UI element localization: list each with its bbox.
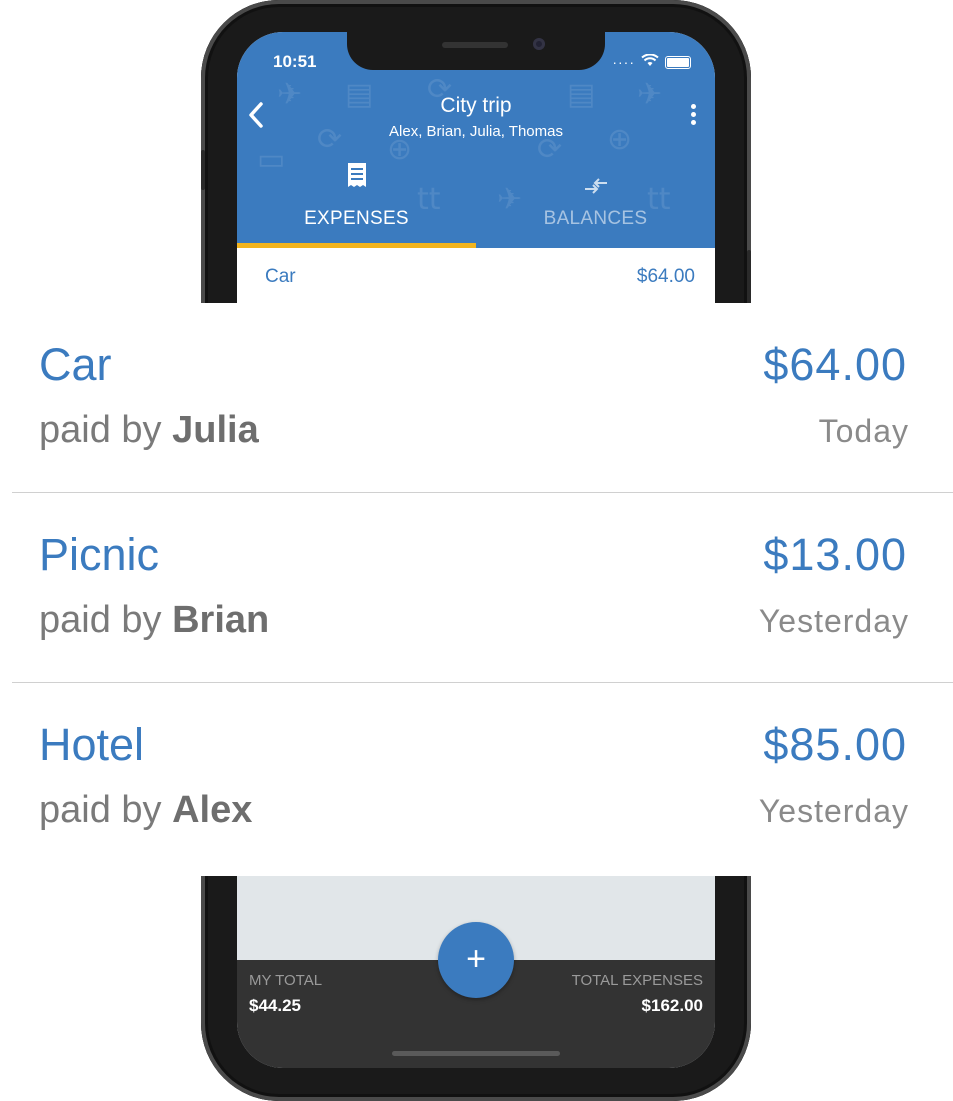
expense-name: Picnic — [39, 529, 160, 580]
expense-date: Yesterday — [758, 793, 909, 829]
paid-by-prefix: paid by — [39, 599, 162, 641]
expense-payer: paid by Alex — [39, 789, 252, 832]
signal-icon: ···· — [612, 54, 635, 70]
wifi-icon — [641, 53, 659, 70]
side-button — [747, 250, 751, 303]
payer-name: Alex — [172, 789, 253, 831]
more-vert-icon — [691, 104, 697, 125]
expense-name: Car — [265, 266, 296, 287]
paid-by-prefix: paid by — [39, 409, 162, 451]
tab-balances[interactable]: BALANCES — [476, 152, 715, 248]
my-total-label: MY TOTAL — [249, 972, 323, 989]
expense-payer: paid by Julia — [39, 409, 259, 452]
total-expenses-value: $162.00 — [641, 996, 703, 1015]
expense-date: Yesterday — [758, 603, 909, 639]
expense-name: Car — [39, 339, 112, 390]
app-header: ✈ ▤ ⟳ ▤ ✈ ⟳ ⊕ ⟳ ⊕ ▭ tt ✈ tt 10:51 ···· C… — [237, 32, 715, 248]
camera — [533, 38, 545, 50]
expense-amount: $64.00 — [763, 339, 907, 390]
more-menu-button[interactable] — [691, 104, 697, 128]
status-icons: ···· — [612, 53, 691, 70]
page-subtitle: Alex, Brian, Julia, Thomas — [389, 123, 563, 140]
expense-amount: $13.00 — [763, 529, 907, 580]
expense-payer: paid by Brian — [39, 599, 269, 642]
plus-icon: + — [466, 940, 486, 978]
side-button — [201, 150, 205, 190]
phone-frame-top: ✈ ▤ ⟳ ▤ ✈ ⟳ ⊕ ⟳ ⊕ ▭ tt ✈ tt 10:51 ···· C… — [201, 0, 751, 303]
payer-name: Brian — [172, 599, 270, 641]
list-item[interactable]: Picnic $13.00 paid by Brian Yesterday — [12, 493, 953, 683]
expense-amount: $64.00 — [636, 266, 695, 287]
add-expense-button[interactable]: + — [438, 922, 514, 998]
my-total-value: $44.25 — [249, 996, 301, 1015]
tab-label: EXPENSES — [304, 208, 409, 229]
expense-list: Car $64.00 paid by Julia Today Picnic $1… — [12, 303, 953, 873]
expense-date: Today — [818, 413, 909, 449]
app-screen: ✈ ▤ ⟳ ▤ ✈ ⟳ ⊕ ⟳ ⊕ ▭ tt ✈ tt 10:51 ···· C… — [237, 32, 715, 303]
list-item[interactable]: Car $64.00 paid by Julia Today — [12, 303, 953, 493]
total-expenses-label: TOTAL EXPENSES — [571, 972, 703, 989]
page-title: City trip — [440, 94, 512, 117]
list-item[interactable]: Car $64.00 — [237, 248, 715, 303]
list-item[interactable]: Hotel $85.00 paid by Alex Yesterday — [12, 683, 953, 873]
phone-frame-bottom: MY TOTAL $44.25 TOTAL EXPENSES $162.00 + — [201, 876, 751, 1101]
paid-by-prefix: paid by — [39, 789, 162, 831]
tab-label: BALANCES — [543, 208, 648, 229]
status-time: 10:51 — [273, 52, 317, 71]
receipt-icon — [237, 162, 476, 194]
speaker — [442, 42, 508, 48]
phone-notch — [347, 32, 605, 70]
home-indicator[interactable] — [392, 1051, 560, 1056]
battery-icon — [665, 55, 691, 69]
app-screen: MY TOTAL $44.25 TOTAL EXPENSES $162.00 + — [237, 876, 715, 1068]
expense-name: Hotel — [39, 719, 145, 770]
transfer-arrows-icon — [476, 174, 715, 200]
payer-name: Julia — [172, 409, 259, 451]
expense-amount: $85.00 — [763, 719, 907, 770]
tab-expenses[interactable]: EXPENSES — [237, 152, 476, 248]
